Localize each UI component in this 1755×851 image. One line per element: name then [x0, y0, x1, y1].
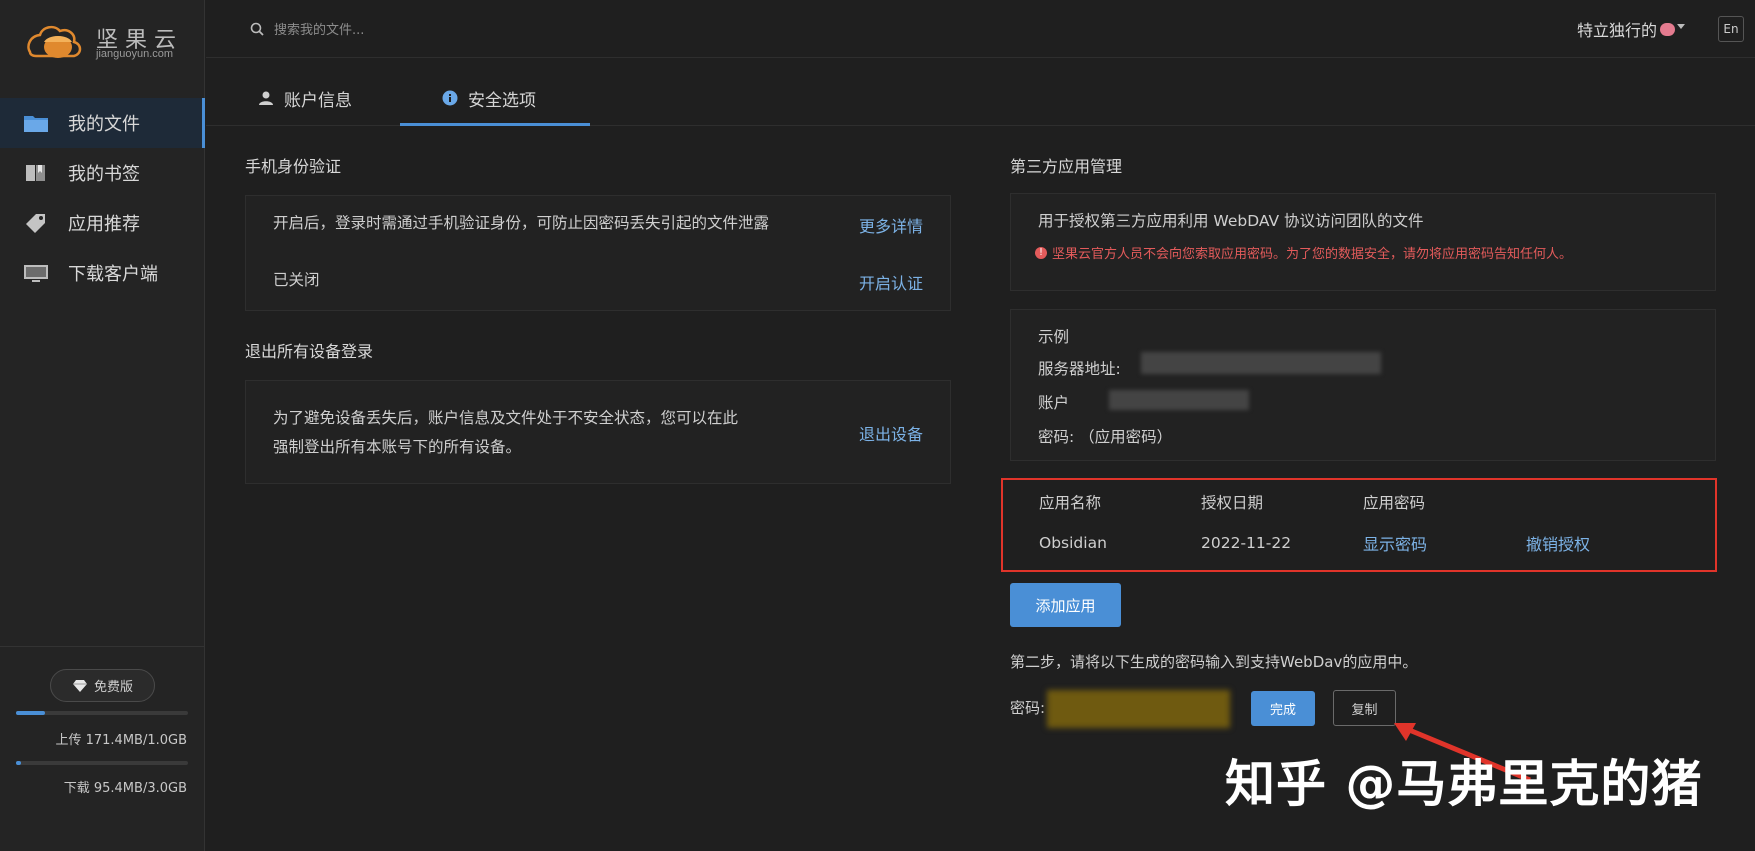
- tab-label: 账户信息: [284, 90, 352, 111]
- sidebar-item-my-files[interactable]: 我的文件: [0, 98, 205, 148]
- top-header: 搜索我的文件... 特立独行的 En: [206, 0, 1755, 58]
- logout-devices-title: 退出所有设备登录: [245, 342, 374, 361]
- redacted-server-address: [1141, 352, 1381, 374]
- logout-description-line2: 强制登出所有本账号下的所有设备。: [273, 438, 522, 456]
- user-icon: [259, 91, 273, 105]
- sidebar: 坚果云 jianguoyun.com 我的文件 我的书签 应用推荐 下载客户端 …: [0, 0, 205, 851]
- logo[interactable]: 坚果云 jianguoyun.com: [24, 18, 194, 68]
- phone-auth-description: 开启后，登录时需通过手机验证身份，可防止因密码丢失引起的文件泄露: [273, 214, 770, 232]
- redacted-account: [1109, 390, 1249, 410]
- tab-security-options[interactable]: 安全选项: [442, 70, 536, 126]
- upload-progress-bar: [16, 711, 188, 715]
- column-header-auth-date: 授权日期: [1201, 494, 1264, 512]
- third-party-title: 第三方应用管理: [1010, 157, 1123, 176]
- phone-auth-title: 手机身份验证: [245, 157, 342, 176]
- search-icon: [250, 22, 264, 36]
- sidebar-item-label: 下载客户端: [68, 264, 158, 285]
- third-party-info-panel: 用于授权第三方应用利用 WebDAV 协议访问团队的文件 ! 坚果云官方人员不会…: [1010, 193, 1716, 291]
- user-menu[interactable]: 特立独行的: [1577, 17, 1675, 41]
- sidebar-item-label: 我的文件: [68, 114, 140, 135]
- add-app-button[interactable]: 添加应用: [1010, 583, 1121, 627]
- sidebar-item-label: 应用推荐: [68, 214, 140, 235]
- warning-text: 坚果云官方人员不会向您索取应用密码。为了您的数据安全，请勿将应用密码告知任何人。: [1052, 247, 1573, 262]
- logout-devices-link[interactable]: 退出设备: [859, 421, 923, 445]
- logout-description-line1: 为了避免设备丢失后，账户信息及文件处于不安全状态，您可以在此: [273, 409, 739, 427]
- redacted-generated-password: [1047, 690, 1230, 728]
- zhihu-watermark: 知乎 @马弗里克的猪: [1225, 755, 1703, 813]
- sidebar-item-download-client[interactable]: 下载客户端: [0, 248, 205, 298]
- account-label: 账户: [1038, 394, 1070, 412]
- logo-subtitle: jianguoyun.com: [96, 48, 174, 60]
- search-box[interactable]: 搜索我的文件...: [250, 19, 364, 38]
- security-warning: ! 坚果云官方人员不会向您索取应用密码。为了您的数据安全，请勿将应用密码告知任何…: [1035, 243, 1572, 262]
- nut-logo-icon: [27, 25, 82, 58]
- show-password-link[interactable]: 显示密码: [1363, 531, 1427, 555]
- app-name-cell: Obsidian: [1039, 534, 1107, 552]
- sidebar-item-app-recommend[interactable]: 应用推荐: [0, 198, 205, 248]
- auth-date-cell: 2022-11-22: [1201, 534, 1292, 552]
- more-details-link[interactable]: 更多详情: [859, 213, 923, 237]
- warning-icon: !: [1035, 246, 1047, 259]
- language-toggle-button[interactable]: En: [1718, 16, 1744, 42]
- password-example-label: 密码: （应用密码）: [1038, 428, 1173, 446]
- tab-account-info[interactable]: 账户信息: [258, 70, 352, 126]
- info-icon: [442, 90, 458, 106]
- monitor-icon: [22, 262, 50, 284]
- storage-panel: 免费版 上传 171.4MB/1.0GB 下载 95.4MB/3.0GB: [0, 646, 205, 851]
- example-title: 示例: [1038, 328, 1070, 346]
- column-header-app-name: 应用名称: [1039, 494, 1102, 512]
- settings-tabs: 账户信息 安全选项: [206, 70, 1755, 126]
- done-button[interactable]: 完成: [1251, 691, 1315, 726]
- step-two-instruction: 第二步，请将以下生成的密码输入到支持WebDav的应用中。: [1010, 653, 1418, 671]
- generated-password-label: 密码:: [1010, 699, 1046, 717]
- enable-auth-link[interactable]: 开启认证: [859, 270, 923, 294]
- chevron-down-icon[interactable]: [1677, 24, 1685, 29]
- diamond-icon: [72, 679, 87, 692]
- download-usage-label: 下载 95.4MB/3.0GB: [63, 781, 187, 796]
- sidebar-nav: 我的文件 我的书签 应用推荐 下载客户端: [0, 98, 205, 298]
- tab-label: 安全选项: [468, 90, 536, 111]
- example-panel: 示例 服务器地址: 账户 密码: （应用密码）: [1010, 309, 1716, 461]
- column-header-app-password: 应用密码: [1363, 494, 1426, 512]
- upload-usage-label: 上传 171.4MB/1.0GB: [55, 733, 187, 748]
- username: 特立独行的: [1576, 21, 1657, 40]
- logout-devices-panel: 为了避免设备丢失后，账户信息及文件处于不安全状态，您可以在此 强制登出所有本账号…: [245, 380, 951, 484]
- tag-icon: [22, 212, 50, 234]
- download-progress-bar: [16, 761, 188, 765]
- active-tab-indicator: [400, 123, 590, 126]
- server-address-label: 服务器地址:: [1038, 360, 1121, 378]
- revoke-authorization-link[interactable]: 撤销授权: [1526, 531, 1590, 555]
- authorized-apps-table: 应用名称 授权日期 应用密码 Obsidian 2022-11-22 显示密码 …: [1001, 478, 1717, 572]
- copy-button[interactable]: 复制: [1333, 690, 1396, 726]
- plan-badge[interactable]: 免费版: [50, 669, 155, 702]
- folder-icon: [22, 112, 50, 134]
- sidebar-item-label: 我的书签: [68, 164, 140, 185]
- phone-auth-status: 已关闭: [273, 271, 320, 289]
- phone-auth-panel: 开启后，登录时需通过手机验证身份，可防止因密码丢失引起的文件泄露 更多详情 已关…: [245, 195, 951, 311]
- download-progress-fill: [16, 761, 22, 765]
- sidebar-item-bookmarks[interactable]: 我的书签: [0, 148, 205, 198]
- search-input[interactable]: 搜索我的文件...: [274, 19, 364, 38]
- upload-progress-fill: [16, 711, 45, 715]
- third-party-description: 用于授权第三方应用利用 WebDAV 协议访问团队的文件: [1038, 212, 1424, 230]
- bookmark-icon: [22, 162, 50, 184]
- pig-emoji-icon: [1660, 22, 1675, 36]
- plan-label: 免费版: [93, 680, 133, 695]
